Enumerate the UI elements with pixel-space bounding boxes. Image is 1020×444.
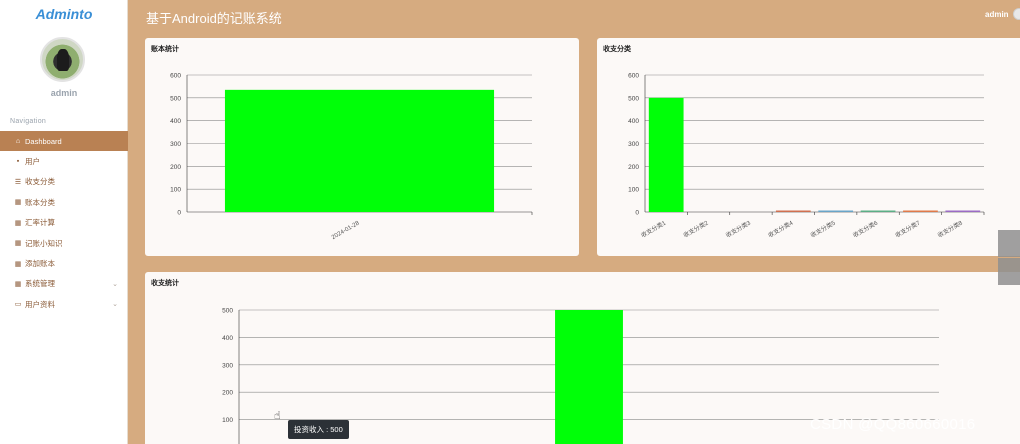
- y-tick-label: 100: [170, 187, 181, 194]
- x-tick-label: 收支分类3: [724, 218, 752, 239]
- card-category-stats: 收支分类 0 100 200 300 400 500 600 收支分类1 收支分类2 收支分类3 收…: [597, 38, 1020, 256]
- sidebar-item-0[interactable]: ⌂ Dashboard: [0, 131, 128, 152]
- sidebar-item-label: Dashboard: [25, 136, 62, 146]
- card-ledger-stats: 账本统计 0 100 200 300 400 500 600 2024-01-28: [145, 38, 579, 256]
- sidebar-item-label: 系统管理: [25, 279, 55, 289]
- sidebar-item-4[interactable]: ▦ 汇率计算: [0, 213, 128, 233]
- bar: [555, 310, 623, 444]
- avatar[interactable]: [40, 37, 85, 82]
- grid-icon: ▦: [14, 260, 22, 268]
- y-tick-label: 500: [170, 95, 181, 102]
- x-tick-label: 收支分类8: [936, 218, 964, 239]
- x-tick-label: 收支分类1: [640, 218, 668, 239]
- y-tick-label: 200: [170, 164, 181, 171]
- x-tick-label: 收支分类6: [851, 218, 879, 239]
- sidebar-username[interactable]: admin: [0, 88, 128, 98]
- bar: [224, 89, 495, 212]
- sidebar-item-label: 添加账本: [25, 259, 55, 269]
- bar: [945, 210, 981, 212]
- sidebar-item-1[interactable]: ▪ 用户: [0, 151, 128, 171]
- sidebar-nav: ⌂ Dashboard ▪ 用户 ☰ 收支分类 ▦ 账本分类 ▦ 汇率计算 ▦ 记账小知识 ▦ 添加账本 ▦…: [0, 131, 128, 315]
- settings-side-tab[interactable]: [998, 230, 1020, 257]
- page-title: 基于Android的记账系统: [146, 11, 282, 26]
- y-tick-label: 400: [628, 118, 639, 125]
- sidebar-item-label: 账本分类: [25, 197, 55, 207]
- bar: [775, 210, 811, 212]
- x-tick-label: 收支分类7: [894, 218, 922, 239]
- chart-tooltip: 投资收入 : 500: [288, 420, 349, 439]
- topbar-avatar[interactable]: [1013, 8, 1020, 20]
- pointer-cursor-icon: ☝: [274, 410, 281, 422]
- y-tick-label: 0: [177, 210, 181, 217]
- sidebar: Adminto admin Navigation ⌂ Dashboard ▪ 用户 ☰ 收…: [0, 0, 128, 444]
- y-tick-label: 600: [628, 73, 639, 80]
- chat-icon: ▪: [16, 158, 20, 166]
- ledger-stats-chart: 0 100 200 300 400 500 600 2024-01-28: [170, 73, 533, 241]
- y-tick-label: 200: [628, 164, 639, 171]
- bar: [648, 97, 684, 212]
- bar: [860, 210, 896, 212]
- card-icon: ▭: [14, 301, 22, 309]
- sidebar-item-6[interactable]: ▦ 添加账本: [0, 253, 128, 273]
- home-icon: ⌂: [15, 137, 21, 145]
- y-tick-label: 600: [170, 73, 181, 80]
- topbar-username[interactable]: admin: [985, 10, 1009, 19]
- y-tick-label: 500: [222, 308, 233, 315]
- y-tick-label: 200: [222, 390, 233, 397]
- y-tick-label: 300: [628, 141, 639, 148]
- bar: [903, 210, 938, 212]
- y-tick-label: 100: [628, 187, 639, 194]
- y-tick-label: 300: [222, 362, 233, 369]
- list-icon: ☰: [14, 178, 22, 186]
- x-tick-label: 2024-01-28: [331, 220, 361, 241]
- sidebar-item-label: 用户: [25, 157, 40, 167]
- sidebar-item-label: 用户资料: [25, 299, 55, 309]
- settings-side-tab[interactable]: [998, 258, 1020, 285]
- y-tick-label: 0: [635, 210, 639, 217]
- x-tick-label: 收支分类4: [767, 218, 795, 239]
- grid-icon: ▦: [14, 280, 22, 288]
- chevron-down-icon: ⌄: [112, 280, 118, 288]
- x-tick-label: 收支分类2: [682, 218, 710, 239]
- sidebar-item-label: 记账小知识: [25, 238, 63, 248]
- sidebar-item-label: 收支分类: [25, 177, 55, 187]
- sidebar-item-2[interactable]: ☰ 收支分类: [0, 172, 128, 192]
- category-stats-chart: 0 100 200 300 400 500 600 收支分类1 收支分类2 收支分类3 收支分类4 收…: [628, 73, 985, 239]
- sidebar-item-8[interactable]: ▭ 用户资料 ⌄: [0, 294, 128, 314]
- y-tick-label: 500: [628, 95, 639, 102]
- y-tick-label: 400: [222, 335, 233, 342]
- brand-logo[interactable]: Adminto: [0, 6, 128, 22]
- bar: [818, 210, 854, 212]
- sidebar-item-7[interactable]: ▦ 系统管理 ⌄: [0, 274, 128, 294]
- sidebar-item-5[interactable]: ▦ 记账小知识: [0, 233, 128, 253]
- sidebar-item-label: 汇率计算: [25, 218, 55, 228]
- nav-section-title: Navigation: [10, 118, 47, 125]
- chevron-down-icon: ⌄: [112, 301, 118, 309]
- watermark: CSDN @QQ860660016: [810, 416, 976, 433]
- y-tick-label: 300: [170, 141, 181, 148]
- grid-icon: ▦: [14, 199, 22, 207]
- grid-icon: ▦: [14, 219, 22, 227]
- x-tick-label: 收支分类5: [809, 218, 837, 239]
- grid-icon: ▦: [14, 240, 22, 248]
- y-tick-label: 100: [222, 417, 233, 424]
- y-tick-label: 400: [170, 118, 181, 125]
- sidebar-item-3[interactable]: ▦ 账本分类: [0, 192, 128, 212]
